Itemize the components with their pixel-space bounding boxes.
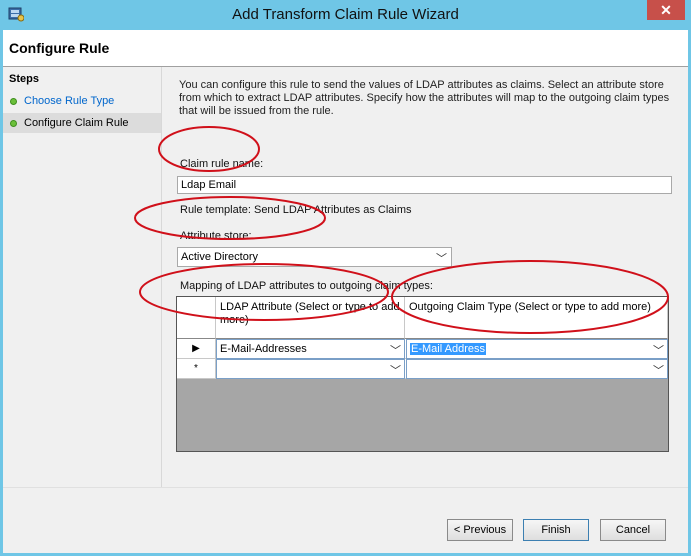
- row-marker[interactable]: *: [177, 359, 216, 379]
- footer-divider: [3, 487, 688, 488]
- steps-panel: Steps Choose Rule Type Configure Claim R…: [3, 67, 162, 487]
- step-status-dot-icon: [10, 120, 17, 127]
- chevron-down-icon[interactable]: ﹀: [436, 250, 447, 266]
- claim-type-cell[interactable]: E-Mail Address ﹀: [406, 339, 668, 359]
- row-marker[interactable]: ▶: [177, 339, 216, 359]
- intro-text: You can configure this rule to send the …: [179, 79, 670, 117]
- ldap-attribute-cell[interactable]: ﹀: [216, 359, 405, 379]
- rule-name-input[interactable]: Ldap Email: [177, 176, 672, 194]
- rule-template-text: Rule template: Send LDAP Attributes as C…: [180, 204, 412, 216]
- claim-type-value: E-Mail Address: [410, 343, 486, 355]
- chevron-down-icon[interactable]: ﹀: [390, 342, 401, 358]
- ldap-attribute-value: E-Mail-Addresses: [220, 343, 307, 355]
- previous-button[interactable]: < Previous: [447, 519, 513, 541]
- window-title: Add Transform Claim Rule Wizard: [232, 6, 459, 23]
- page-title: Configure Rule: [9, 40, 110, 56]
- column-header-ldap-attribute[interactable]: LDAP Attribute (Select or type to add mo…: [216, 297, 405, 339]
- rule-name-label: Claim rule name:: [180, 158, 264, 170]
- steps-title: Steps: [9, 73, 39, 85]
- chevron-down-icon[interactable]: ﹀: [653, 362, 664, 378]
- title-bar: Add Transform Claim Rule Wizard ✕: [0, 0, 691, 30]
- table-row: * ﹀ ﹀: [177, 359, 668, 379]
- finish-button[interactable]: Finish: [523, 519, 589, 541]
- close-button[interactable]: ✕: [647, 0, 685, 20]
- chevron-down-icon[interactable]: ﹀: [653, 342, 664, 358]
- wizard-window: Add Transform Claim Rule Wizard ✕ Config…: [0, 0, 691, 556]
- mapping-label: Mapping of LDAP attributes to outgoing c…: [180, 280, 433, 292]
- step-status-dot-icon: [10, 98, 17, 105]
- step-label: Choose Rule Type: [24, 95, 115, 107]
- mapping-grid: LDAP Attribute (Select or type to add mo…: [176, 296, 669, 452]
- wizard-header: Configure Rule: [3, 30, 688, 67]
- rule-form: You can configure this rule to send the …: [171, 67, 681, 487]
- step-configure-claim-rule[interactable]: Configure Claim Rule: [3, 113, 161, 133]
- ldap-attribute-cell[interactable]: E-Mail-Addresses ﹀: [216, 339, 405, 359]
- grid-corner-header: [177, 297, 216, 339]
- cancel-button[interactable]: Cancel: [600, 519, 666, 541]
- step-choose-rule-type[interactable]: Choose Rule Type: [3, 91, 161, 111]
- chevron-down-icon[interactable]: ﹀: [390, 362, 401, 378]
- claim-type-cell[interactable]: ﹀: [406, 359, 668, 379]
- step-label: Configure Claim Rule: [24, 117, 129, 129]
- wizard-client-area: Configure Rule Steps Choose Rule Type Co…: [3, 30, 688, 553]
- attribute-store-select[interactable]: Active Directory ﹀: [177, 247, 452, 267]
- column-header-outgoing-claim-type[interactable]: Outgoing Claim Type (Select or type to a…: [405, 297, 668, 339]
- table-row: ▶ E-Mail-Addresses ﹀ E-Mail Address ﹀: [177, 339, 668, 359]
- attribute-store-label: Attribute store:: [180, 230, 252, 242]
- attribute-store-value: Active Directory: [181, 251, 259, 263]
